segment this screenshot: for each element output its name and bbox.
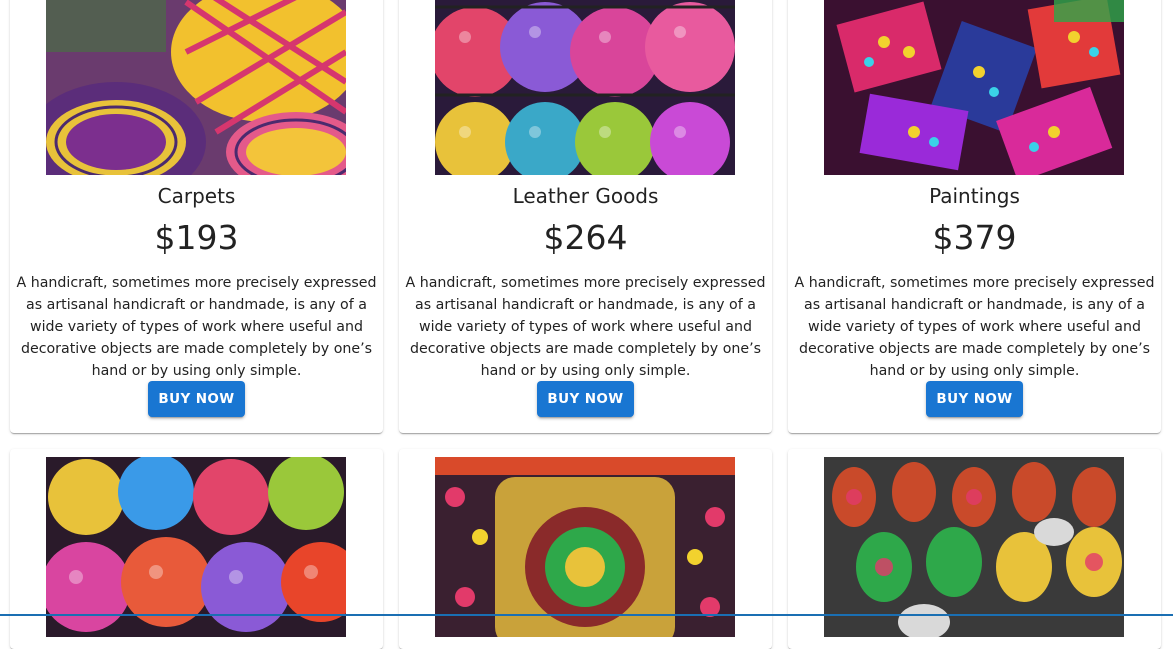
product-card	[788, 449, 1161, 649]
woven-basket-image	[46, 0, 346, 175]
buy-now-button[interactable]: BUY NOW	[537, 381, 634, 417]
product-grid: Carpets $193 A handicraft, sometimes mor…	[10, 0, 1162, 649]
embroidered-bag-image	[435, 457, 735, 637]
product-card: Carpets $193 A handicraft, sometimes mor…	[10, 0, 383, 433]
embroidered-bags-image	[824, 0, 1124, 175]
product-title: Paintings	[929, 184, 1020, 208]
product-card: Paintings $379 A handicraft, sometimes m…	[788, 0, 1161, 433]
product-title: Leather Goods	[512, 184, 659, 208]
buy-now-button[interactable]: BUY NOW	[926, 381, 1023, 417]
product-price: $264	[543, 218, 628, 257]
product-title: Carpets	[157, 184, 236, 208]
mosaic-lanterns-image	[435, 0, 735, 175]
product-card	[10, 449, 383, 649]
product-price: $193	[154, 218, 239, 257]
mosaic-lanterns-image	[46, 457, 346, 637]
product-description: A handicraft, sometimes more precisely e…	[405, 275, 766, 379]
buy-now-button[interactable]: BUY NOW	[148, 381, 245, 417]
product-card	[399, 449, 772, 649]
product-price: $379	[932, 218, 1017, 257]
product-card: Leather Goods $264 A handicraft, sometim…	[399, 0, 772, 433]
painted-pots-image	[824, 457, 1124, 637]
product-description: A handicraft, sometimes more precisely e…	[16, 275, 377, 379]
product-description: A handicraft, sometimes more precisely e…	[794, 275, 1155, 379]
